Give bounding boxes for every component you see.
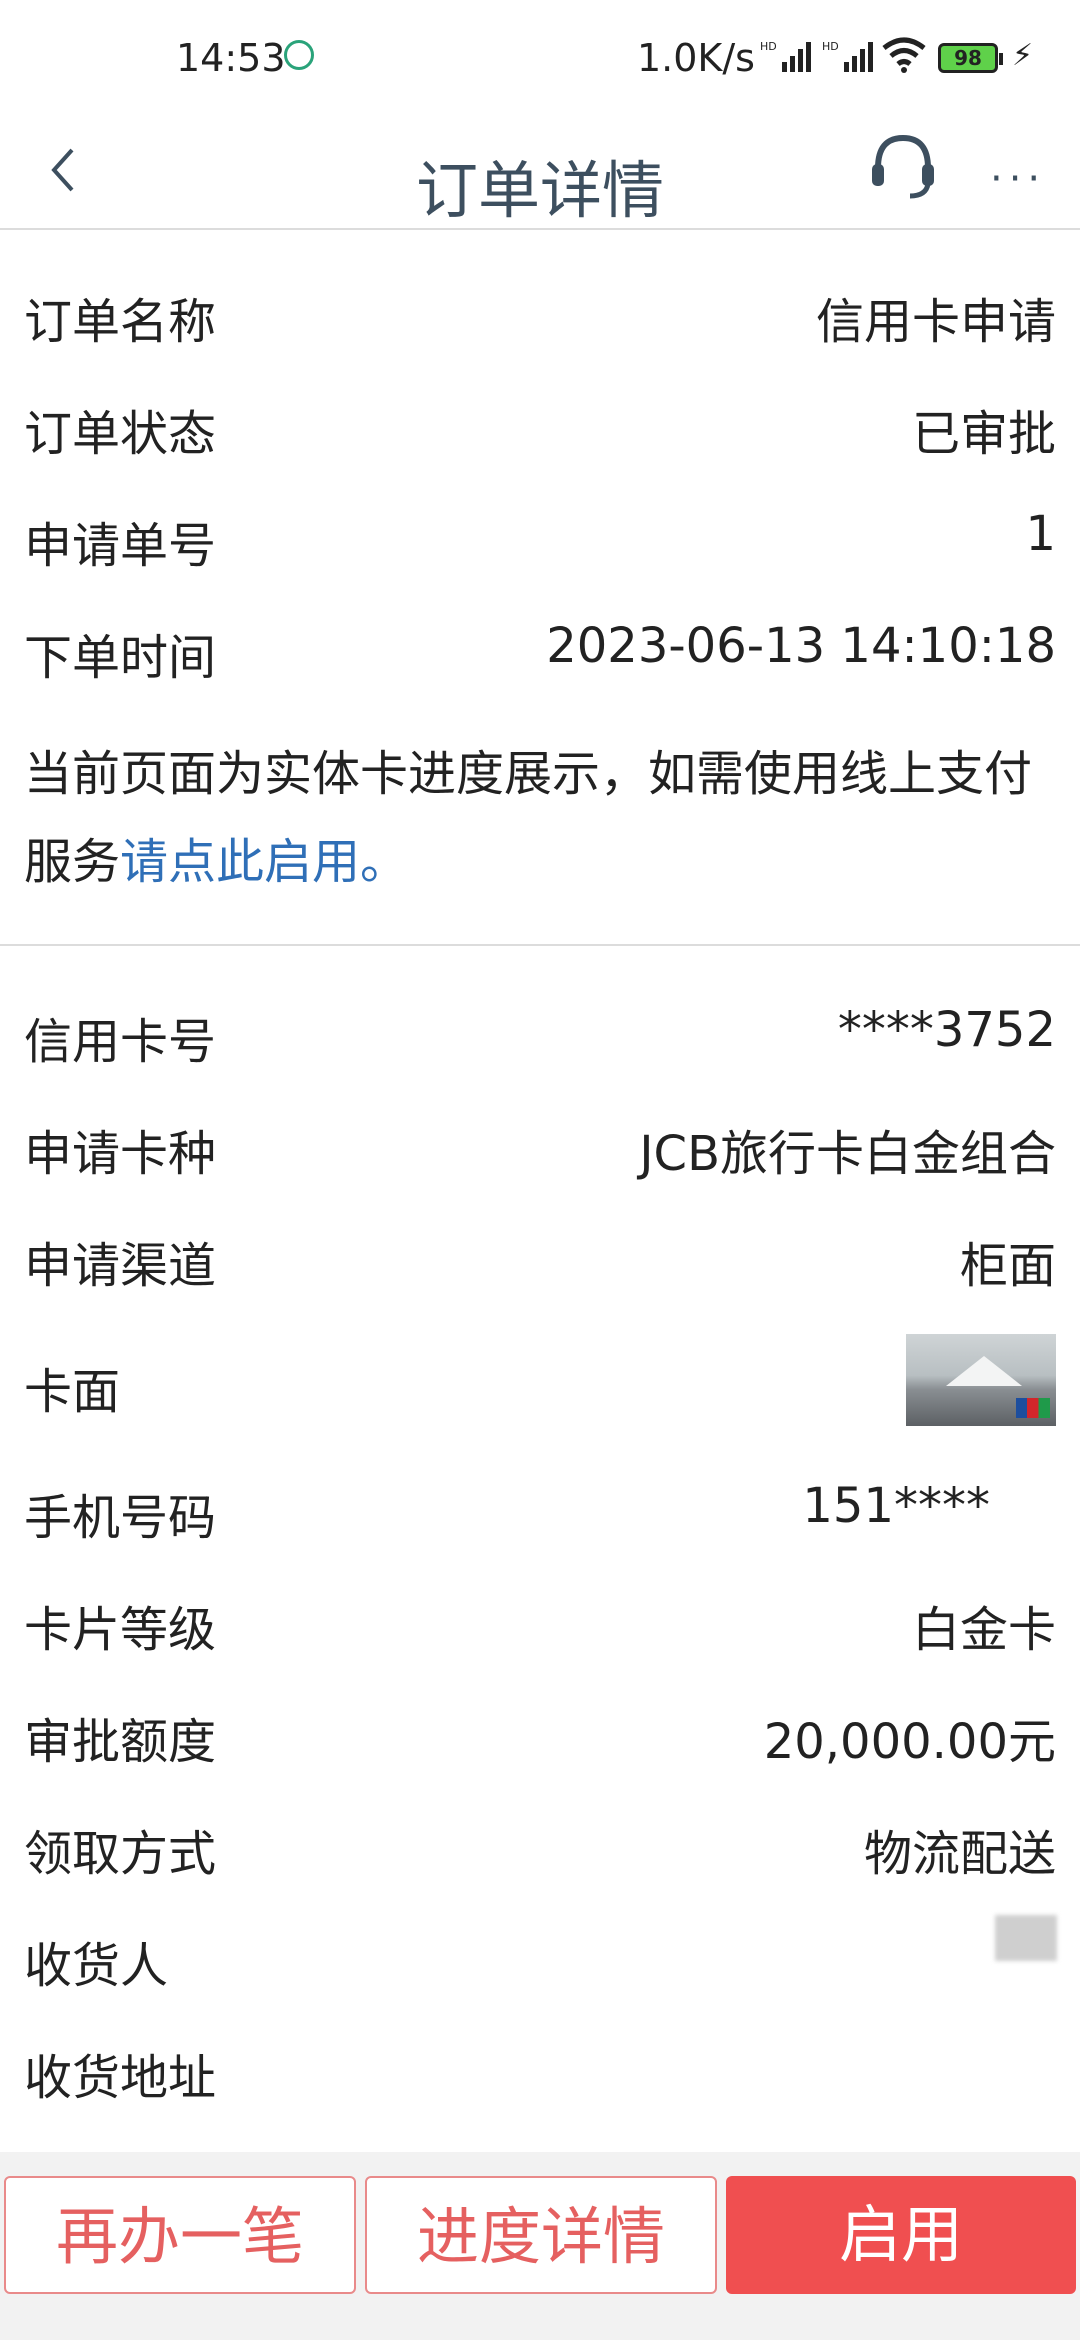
battery-icon: 98 (938, 43, 1003, 73)
card-type-row: 申请卡种 JCB旅行卡白金组合 (0, 1092, 1080, 1192)
more-icon[interactable]: ··· (990, 156, 1046, 202)
order-status-value: 已审批 (911, 406, 1056, 462)
receiver-row: 收货人 (0, 1904, 1080, 2004)
phone-label: 手机号码 (24, 1490, 217, 1546)
credit-limit-row: 审批额度 20,000.00元 (0, 1680, 1080, 1780)
apply-channel-value: 柜面 (959, 1238, 1056, 1294)
order-time-value: 2023-06-13 14:10:18 (546, 618, 1056, 674)
apply-channel-row: 申请渠道 柜面 (0, 1204, 1080, 1304)
order-name-label: 订单名称 (24, 294, 217, 350)
headset-icon[interactable] (866, 126, 940, 206)
card-level-row: 卡片等级 白金卡 (0, 1568, 1080, 1668)
card-type-label: 申请卡种 (24, 1126, 217, 1182)
status-bar: 14:53 1.0K/s HD HD 98 ⚡ (0, 0, 1080, 118)
jcb-logo-icon (1016, 1398, 1050, 1418)
enable-online-link[interactable]: 请点此启用。 (120, 834, 408, 890)
card-level-value: 白金卡 (911, 1602, 1056, 1658)
phone-value: 151**** (802, 1478, 990, 1534)
status-network-speed: 1.0K/s (637, 36, 755, 80)
credit-limit-value: 20,000.00元 (763, 1714, 1056, 1770)
pickup-method-row: 领取方式 物流配送 (0, 1792, 1080, 1892)
card-face-image[interactable] (906, 1334, 1056, 1426)
physical-card-notice: 当前页面为实体卡进度展示，如需使用线上支付服务请点此启用。 (24, 730, 1054, 906)
signal-icon: HD (822, 38, 880, 83)
section-divider (0, 944, 1080, 946)
nav-bar: 订单详情 ··· (0, 118, 1080, 230)
order-time-row: 下单时间 2023-06-13 14:10:18 (0, 596, 1080, 696)
card-level-label: 卡片等级 (24, 1602, 217, 1658)
pickup-method-value: 物流配送 (863, 1826, 1056, 1882)
progress-details-button[interactable]: 进度详情 (365, 2176, 717, 2294)
redacted-receiver (995, 1915, 1057, 1961)
card-face-label: 卡面 (24, 1364, 121, 1420)
svg-text:HD: HD (822, 40, 839, 53)
order-status-row: 订单状态 已审批 (0, 372, 1080, 472)
card-number-row: 信用卡号 ****3752 (0, 980, 1080, 1080)
pickup-method-label: 领取方式 (24, 1826, 217, 1882)
order-time-label: 下单时间 (24, 630, 217, 686)
bottom-action-bar: 再办一笔 进度详情 启用 (0, 2152, 1080, 2340)
order-number-row: 申请单号 1 (0, 484, 1080, 584)
wifi-icon (880, 36, 928, 83)
status-app-icon (284, 40, 314, 70)
credit-limit-label: 审批额度 (24, 1714, 217, 1770)
order-number-value: 1 (1025, 506, 1056, 562)
order-name-value: 信用卡申请 (815, 294, 1056, 350)
mountain-graphic (946, 1356, 1022, 1386)
receiver-label: 收货人 (24, 1938, 169, 1994)
order-number-label: 申请单号 (24, 518, 217, 574)
order-status-label: 订单状态 (24, 406, 217, 462)
enable-button[interactable]: 启用 (726, 2176, 1076, 2294)
phone-row: 手机号码 151**** (0, 1456, 1080, 1556)
card-type-value: JCB旅行卡白金组合 (639, 1126, 1056, 1182)
address-label: 收货地址 (24, 2050, 217, 2106)
signal-icon: HD (760, 38, 818, 83)
apply-again-button[interactable]: 再办一笔 (4, 2176, 356, 2294)
address-row: 收货地址 (0, 2016, 1080, 2116)
status-time: 14:53 (176, 36, 286, 80)
card-number-value: ****3752 (837, 1002, 1056, 1058)
order-name-row: 订单名称 信用卡申请 (0, 260, 1080, 360)
svg-text:HD: HD (760, 40, 777, 53)
apply-channel-label: 申请渠道 (24, 1238, 217, 1294)
card-number-label: 信用卡号 (24, 1014, 217, 1070)
charging-icon: ⚡ (1012, 38, 1034, 73)
